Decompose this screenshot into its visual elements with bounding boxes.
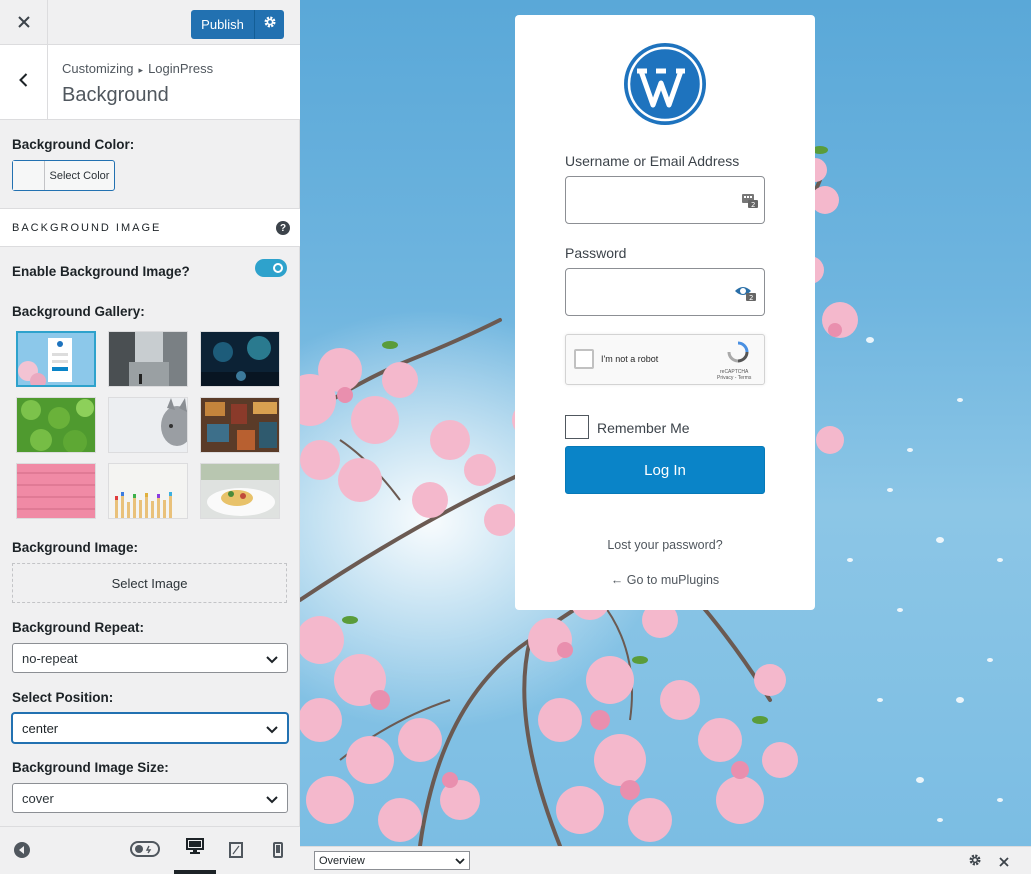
password-label: Password: [565, 245, 627, 261]
recaptcha-logo-icon: [727, 341, 749, 368]
gallery-thumb-1[interactable]: [16, 331, 96, 387]
chevron-down-icon: [266, 722, 278, 737]
select-position-label: Select Position:: [12, 690, 114, 705]
username-label: Username or Email Address: [565, 153, 740, 169]
background-image-section-title: BACKGROUND IMAGE: [12, 222, 162, 234]
username-input[interactable]: 2: [565, 176, 765, 224]
customizer-topbar: Publish: [0, 0, 300, 45]
background-gallery: [16, 331, 280, 519]
publish-button[interactable]: Publish: [191, 10, 254, 39]
background-size-select[interactable]: cover: [12, 783, 288, 813]
recaptcha-brand-links[interactable]: Privacy - Terms: [717, 375, 751, 381]
recaptcha-brand: reCAPTCHA Privacy - Terms: [717, 369, 751, 381]
background-repeat-label: Background Repeat:: [12, 620, 145, 635]
gallery-thumb-4[interactable]: [16, 397, 96, 453]
select-image-button[interactable]: Select Image: [12, 563, 287, 603]
breadcrumb-parent: Customizing: [62, 61, 134, 76]
go-to-site-link[interactable]: ← Go to muPlugins: [515, 573, 815, 587]
close-icon: [17, 12, 30, 33]
password-reveal-icon: 2: [734, 284, 758, 307]
select-position-select[interactable]: center: [12, 713, 288, 743]
color-swatch: [13, 161, 45, 190]
password-input[interactable]: 2: [565, 268, 765, 316]
remember-me-label[interactable]: Remember Me: [597, 420, 690, 436]
background-repeat-value: no-repeat: [22, 650, 78, 666]
section-title: Background: [62, 84, 169, 106]
collapse-sidebar-button[interactable]: [12, 841, 32, 864]
background-size-value: cover: [22, 790, 54, 806]
preview-close-button[interactable]: [999, 854, 1011, 867]
password-manager-icon: 2: [742, 192, 758, 213]
mobile-icon: [273, 841, 283, 863]
gallery-thumb-5[interactable]: [108, 397, 188, 453]
login-card: Username or Email Address 2 Password 2 I…: [515, 15, 815, 610]
close-icon: [999, 854, 1009, 871]
publish-settings-button[interactable]: [254, 10, 284, 39]
svg-text:2: 2: [751, 201, 755, 208]
section-header: Customizing ▸ LoginPress Background: [0, 45, 300, 120]
background-image-label: Background Image:: [12, 540, 139, 555]
chevron-down-icon: [266, 652, 278, 667]
chevron-down-icon: [455, 856, 465, 868]
recaptcha-checkbox[interactable]: [574, 349, 594, 369]
customizer-footer: [0, 826, 300, 874]
publish-button-group: Publish: [191, 10, 284, 39]
overview-select[interactable]: Overview: [314, 851, 470, 870]
enable-background-label: Enable Background Image?: [12, 264, 190, 279]
gallery-thumb-3[interactable]: [200, 331, 280, 387]
wordpress-logo-icon: [622, 41, 708, 132]
login-preview: Username or Email Address 2 Password 2 I…: [300, 0, 1031, 846]
preview-bottom-bar: Overview: [300, 846, 1031, 874]
tablet-icon: [229, 841, 243, 863]
overview-select-value: Overview: [319, 854, 365, 867]
device-mobile-button[interactable]: [268, 841, 288, 863]
gallery-thumb-7[interactable]: [16, 463, 96, 519]
gallery-thumb-8[interactable]: [108, 463, 188, 519]
remember-me-checkbox[interactable]: [565, 415, 589, 439]
gear-icon: [263, 15, 277, 34]
enable-background-toggle[interactable]: [255, 259, 287, 277]
toggle-knob: [273, 263, 283, 273]
back-button[interactable]: [0, 45, 48, 120]
gallery-thumb-2[interactable]: [108, 331, 188, 387]
background-size-label: Background Image Size:: [12, 760, 169, 775]
preview-settings-button[interactable]: [968, 853, 982, 867]
gallery-thumb-6[interactable]: [200, 397, 280, 453]
background-image-section-header: BACKGROUND IMAGE ?: [0, 208, 300, 247]
select-position-value: center: [22, 720, 59, 736]
close-customizer-button[interactable]: [0, 0, 48, 45]
toggle-icon: [130, 840, 160, 862]
background-color-label: Background Color:: [12, 137, 135, 152]
breadcrumb-arrow-icon: ▸: [138, 65, 144, 75]
background-gallery-label: Background Gallery:: [12, 304, 145, 319]
breadcrumb: Customizing ▸ LoginPress: [62, 61, 213, 76]
select-color-button[interactable]: Select Color: [12, 160, 115, 191]
preview-toggle[interactable]: [129, 840, 161, 862]
help-icon[interactable]: ?: [276, 221, 290, 235]
device-desktop-button[interactable]: [174, 827, 216, 874]
collapse-icon: [13, 841, 31, 864]
gallery-thumb-9[interactable]: [200, 463, 280, 519]
breadcrumb-child: LoginPress: [148, 61, 214, 76]
svg-text:2: 2: [749, 294, 753, 302]
customizer-sidebar: Publish Customizing ▸ LoginPress Backgroun…: [0, 0, 300, 874]
device-tablet-button[interactable]: [226, 841, 246, 863]
background-repeat-select[interactable]: no-repeat: [12, 643, 288, 673]
gear-icon: [968, 854, 982, 871]
select-color-label: Select Color: [49, 169, 110, 182]
recaptcha-widget: I'm not a robot reCAPTCHA Privacy - Term…: [565, 334, 765, 385]
chevron-left-icon: [19, 73, 28, 92]
desktop-icon: [186, 838, 204, 859]
chevron-down-icon: [266, 792, 278, 807]
recaptcha-text: I'm not a robot: [601, 354, 659, 364]
lost-password-link[interactable]: Lost your password?: [515, 538, 815, 552]
log-in-button[interactable]: Log In: [565, 446, 765, 494]
